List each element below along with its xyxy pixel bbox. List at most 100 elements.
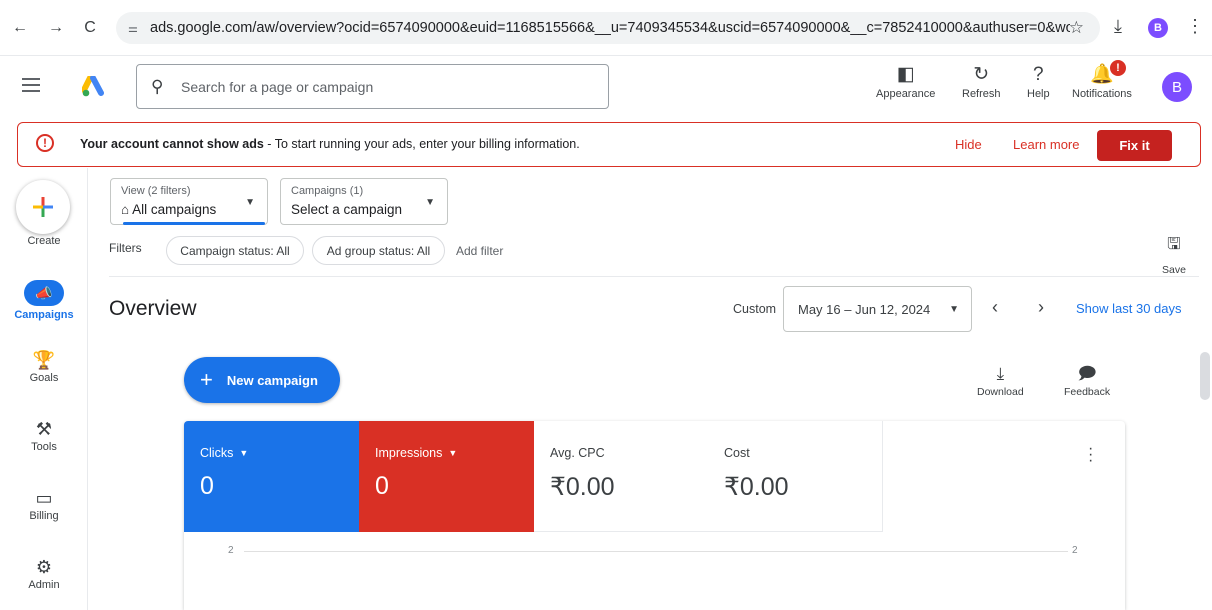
next-period-icon[interactable]: › [1038, 297, 1044, 318]
metric-clicks[interactable]: Clicks ▼ 0 [184, 421, 359, 532]
browser-menu-icon[interactable]: ⋮ [1186, 16, 1204, 37]
refresh-icon: ↻ [973, 64, 990, 85]
view-filter-value: ⌂ All campaigns [121, 202, 216, 217]
metric-value: ₹0.00 [724, 473, 789, 501]
metric-label: Impressions [375, 446, 443, 460]
site-info-icon[interactable]: ⚌ [128, 22, 150, 35]
campaign-status-chip[interactable]: Campaign status: All [166, 236, 304, 265]
reload-icon[interactable]: C [80, 18, 100, 38]
create-label[interactable]: Create [0, 235, 88, 247]
address-bar[interactable]: ⚌ ads.google.com/aw/overview?ocid=657409… [116, 12, 1100, 44]
home-icon: ⌂ [121, 202, 133, 217]
active-indicator [123, 222, 265, 225]
google-ads-logo[interactable] [82, 76, 106, 98]
refresh-label: Refresh [962, 88, 1001, 100]
download-label: Download [977, 386, 1024, 398]
metric-cost[interactable]: Cost ₹0.00 [708, 421, 883, 532]
account-avatar[interactable]: B [1162, 72, 1192, 102]
download-button[interactable]: ⤓ Download [977, 362, 1024, 398]
custom-label: Custom [733, 302, 777, 316]
trophy-icon: 🏆 [32, 350, 56, 370]
feedback-button[interactable]: 🗩 Feedback [1064, 362, 1110, 398]
scrollbar[interactable] [1200, 352, 1210, 400]
view-filter-dropdown[interactable]: View (2 filters) ⌂ All campaigns ▼ [110, 178, 268, 225]
plus-icon: + [200, 367, 213, 392]
feedback-label: Feedback [1064, 386, 1111, 398]
nav-goals[interactable]: 🏆 Goals [0, 348, 88, 384]
add-filter-button[interactable]: Add filter [456, 244, 503, 258]
more-options-icon[interactable]: · · · [1088, 441, 1093, 469]
notifications-button[interactable]: 🔔 ! Notifications [1072, 60, 1132, 100]
forward-icon[interactable]: → [46, 18, 66, 38]
refresh-button[interactable]: ↻ Refresh [962, 62, 1001, 100]
admin-label: Admin [28, 579, 60, 591]
learn-more-link[interactable]: Learn more [1013, 137, 1079, 152]
megaphone-icon: 📣 [24, 280, 64, 306]
help-label: Help [1027, 88, 1050, 100]
view-filter-caption: View (2 filters) [121, 185, 191, 197]
gear-icon: ⚙ [35, 557, 53, 577]
search-placeholder: Search for a page or campaign [181, 78, 374, 95]
adgroup-status-chip[interactable]: Ad group status: All [312, 236, 445, 265]
chart-right-tick: 2 [1072, 545, 1078, 556]
metric-avg-cpc[interactable]: Avg. CPC ₹0.00 [534, 421, 709, 532]
fix-it-button[interactable]: Fix it [1097, 130, 1172, 161]
notifications-label: Notifications [1072, 88, 1132, 100]
nav-billing[interactable]: ▭ Billing [0, 486, 88, 522]
chevron-down-icon: ▼ [949, 304, 959, 315]
alert-icon: ! [36, 134, 54, 152]
chevron-down-icon: ▼ [239, 448, 249, 458]
tools-icon: ⚒ [35, 419, 53, 439]
billing-alert: ! Your account cannot show ads - To star… [17, 122, 1201, 167]
app-header: ⚲ Search for a page or campaign ◧ Appear… [0, 56, 1212, 118]
tools-label: Tools [31, 441, 57, 453]
save-icon: 🖫 [1167, 236, 1181, 253]
url-text[interactable]: ads.google.com/aw/overview?ocid=65740900… [150, 20, 1070, 36]
plus-icon [33, 197, 53, 217]
alert-text: Your account cannot show ads - To start … [80, 137, 580, 151]
search-icon: ⚲ [151, 76, 164, 96]
appearance-button[interactable]: ◧ Appearance [876, 62, 935, 100]
help-button[interactable]: ? Help [1027, 62, 1050, 100]
alert-message: - To start running your ads, enter your … [263, 137, 580, 151]
metric-value: 0 [200, 472, 214, 500]
browser-profile-avatar[interactable]: B [1148, 18, 1168, 38]
browser-toolbar: ← → C ⚌ ads.google.com/aw/overview?ocid=… [0, 0, 1212, 56]
menu-icon[interactable] [22, 78, 40, 92]
filters-label: Filters [109, 241, 142, 255]
hide-link[interactable]: Hide [955, 137, 982, 152]
chart-left-tick: 2 [228, 545, 234, 556]
nav-tools[interactable]: ⚒ Tools [0, 417, 88, 453]
billing-label: Billing [29, 510, 59, 522]
previous-period-icon[interactable]: ‹ [992, 297, 998, 318]
alert-title: Your account cannot show ads [80, 137, 264, 151]
create-button[interactable] [16, 180, 70, 234]
metric-impressions[interactable]: Impressions ▼ 0 [359, 421, 534, 532]
campaign-select-value: Select a campaign [291, 202, 403, 217]
view-filter-text: All campaigns [132, 202, 217, 217]
show-last-30-days-link[interactable]: Show last 30 days [1076, 301, 1182, 316]
create-text: Create [27, 235, 61, 247]
chart-gridline [244, 551, 1068, 552]
metrics-card: Clicks ▼ 0 Impressions ▼ 0 Avg. CPC ₹0.00 … [184, 421, 1125, 610]
search-input[interactable]: ⚲ Search for a page or campaign [136, 64, 609, 109]
campaigns-label: Campaigns [14, 309, 74, 321]
campaign-select-caption: Campaigns (1) [291, 185, 364, 197]
save-button[interactable]: 🖫 Save [1162, 233, 1186, 276]
download-icon[interactable]: ⤓ [1114, 16, 1122, 37]
date-range-dropdown[interactable]: May 16 – Jun 12, 2024 ▼ [783, 286, 972, 332]
metric-value: ₹0.00 [550, 473, 615, 501]
campaign-select-dropdown[interactable]: Campaigns (1) Select a campaign ▼ [280, 178, 448, 225]
date-range-value: May 16 – Jun 12, 2024 [798, 301, 931, 317]
new-campaign-button[interactable]: + New campaign [184, 357, 340, 403]
goals-label: Goals [29, 372, 59, 384]
nav-campaigns[interactable]: 📣 Campaigns [0, 280, 88, 321]
chevron-down-icon: ▼ [425, 197, 435, 208]
appearance-icon: ◧ [896, 64, 915, 85]
download-icon: ⤓ [996, 364, 1005, 383]
back-icon[interactable]: ← [10, 18, 30, 38]
nav-admin[interactable]: ⚙ Admin [0, 555, 88, 591]
metric-label: Avg. CPC [550, 446, 605, 460]
metric-label: Clicks [200, 446, 234, 460]
bookmark-star-icon[interactable]: ☆ [1069, 18, 1084, 38]
